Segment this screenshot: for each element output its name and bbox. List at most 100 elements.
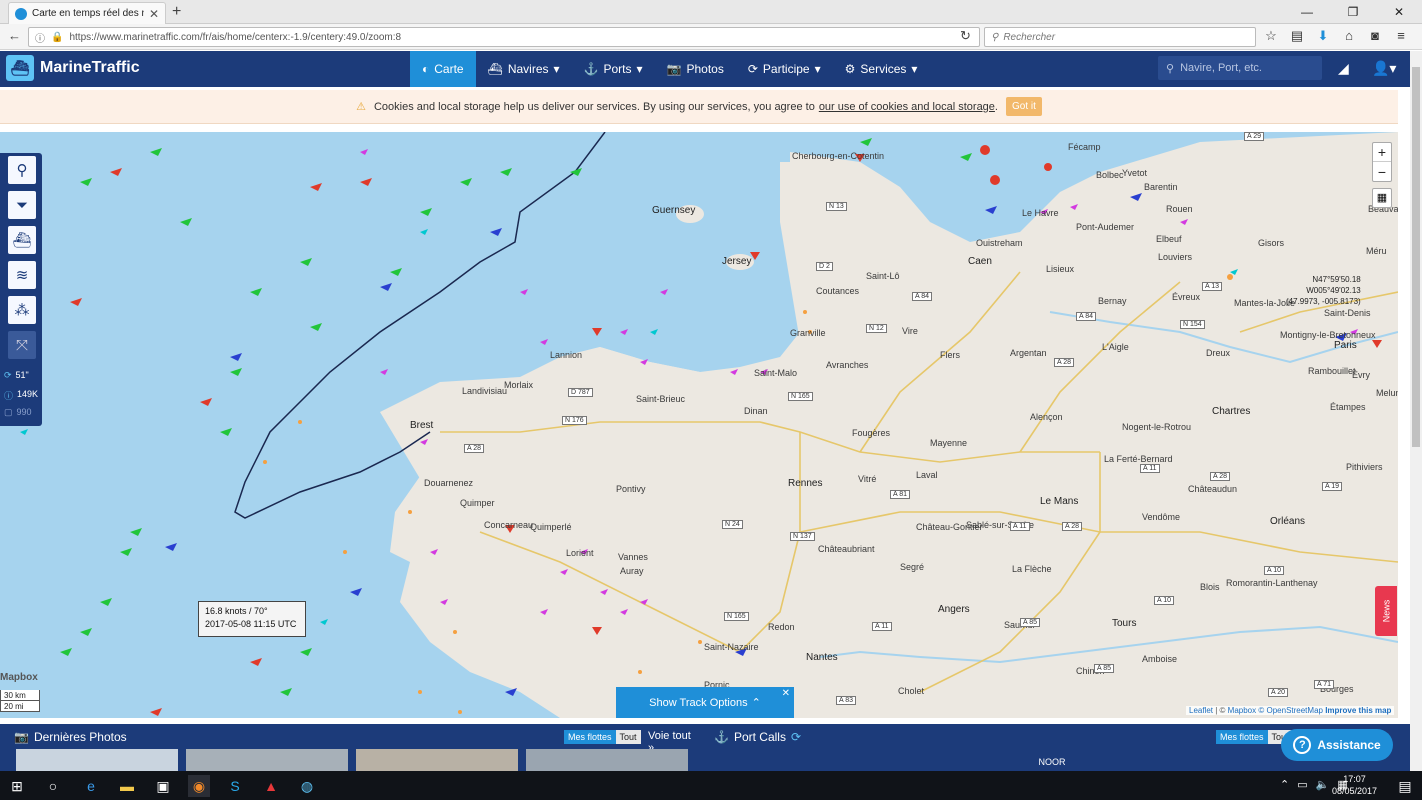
menu-navires[interactable]: ⛴ Navires ▾ [476, 51, 572, 87]
photo-thumbnail[interactable] [356, 749, 518, 771]
layers-button[interactable]: ≋ [8, 261, 36, 289]
tab-close-icon[interactable]: ✕ [149, 7, 159, 21]
place-label: Ouistreham [976, 238, 1023, 248]
taskbar-clock[interactable]: 17:07 08/05/2017 [1332, 773, 1377, 797]
brand-name: MarineTraffic [40, 59, 140, 76]
firefox-icon[interactable]: ◉ [188, 775, 210, 797]
road-label: D 2 [816, 262, 833, 271]
place-label: Dinan [744, 406, 768, 416]
portcalls-mes-flottes[interactable]: Mes flottes [1216, 730, 1268, 744]
osm-link[interactable]: © OpenStreetMap [1258, 706, 1323, 715]
road-label: A 13 [1202, 282, 1223, 291]
reload-icon[interactable]: ↻ [960, 28, 971, 44]
road-label: N 13 [826, 202, 847, 211]
page-scrollbar[interactable] [1410, 51, 1422, 771]
mapbox-link[interactable]: Mapbox [1228, 706, 1256, 715]
caret-down-icon: ▾ [636, 62, 643, 76]
assistance-button[interactable]: ? Assistance [1281, 729, 1393, 761]
reading-list-icon[interactable]: ▤ [1288, 28, 1306, 46]
place-label: Vendôme [1142, 512, 1181, 522]
home-icon[interactable]: ⌂ [1340, 28, 1358, 46]
menu-participe[interactable]: ⟳ Participe ▾ [736, 51, 833, 87]
store-icon[interactable]: ▣ [152, 775, 174, 797]
road-label: A 85 [1020, 618, 1041, 627]
fullscreen-button[interactable]: ⤧ [8, 331, 36, 359]
hamburger-menu-icon[interactable]: ≡ [1392, 28, 1410, 46]
zoom-in-button[interactable]: + [1373, 143, 1391, 162]
minimize-icon[interactable]: — [1284, 0, 1330, 24]
menu-carte[interactable]: ◐ Carte [410, 51, 476, 87]
site-search-input[interactable]: ⚲ Navire, Port, etc. [1158, 56, 1322, 80]
network-icon[interactable]: ▭ [1297, 778, 1307, 791]
skype-icon[interactable]: S [224, 775, 246, 797]
road-label: A 81 [890, 490, 911, 499]
photo-thumbnail[interactable] [186, 749, 348, 771]
place-label: Orléans [1270, 516, 1306, 527]
task-view-icon[interactable]: ○ [42, 775, 64, 797]
place-label: Barentin [1144, 182, 1178, 192]
edge-icon[interactable]: e [80, 775, 102, 797]
place-label: Mayenne [930, 438, 968, 448]
photo-thumbnail[interactable] [16, 749, 178, 771]
place-label: Quimperlé [530, 522, 572, 532]
volume-icon[interactable]: 🔈 [1316, 778, 1330, 791]
scrollbar-thumb[interactable] [1412, 67, 1420, 447]
menu-photos[interactable]: 📷 Photos [655, 51, 736, 87]
menu-ports[interactable]: ⚓ Ports ▾ [572, 51, 655, 87]
notification-center-icon[interactable]: ▤ [1394, 775, 1416, 797]
road-label: A 83 [836, 696, 857, 705]
url-bar[interactable]: ⓘ 🔒 https://www.marinetraffic.com/fr/ais… [28, 27, 980, 47]
photos-tout[interactable]: Tout [615, 730, 641, 744]
place-label: Pithiviers [1346, 462, 1383, 472]
place-label: Segré [900, 562, 925, 572]
photos-mes-flottes[interactable]: Mes flottes [564, 730, 616, 744]
map-canvas[interactable]: Guernsey Jersey Cherbourg-en-Cotentin Fécam… [0, 132, 1398, 718]
bookmark-star-icon[interactable]: ☆ [1262, 28, 1280, 46]
back-icon[interactable]: ← [8, 28, 21, 43]
place-label: Rouen [1166, 204, 1193, 214]
road-label: A 29 [1244, 132, 1265, 141]
zoom-out-button[interactable]: − [1373, 162, 1391, 181]
road-label: N 24 [722, 520, 743, 529]
improve-map-link[interactable]: Improve this map [1325, 706, 1391, 715]
pocket-icon[interactable]: ◙ [1366, 28, 1384, 46]
place-label: Nantes [806, 652, 838, 663]
notification-icon[interactable]: ◢ [1338, 60, 1349, 77]
road-label: A 85 [1094, 664, 1115, 673]
download-icon[interactable]: ⬇ [1314, 28, 1332, 46]
file-explorer-icon[interactable]: ▬ [116, 775, 138, 797]
news-tab[interactable]: News [1375, 586, 1397, 636]
search-icon: ⚲ [991, 31, 999, 43]
windows-start-icon[interactable]: ⊞ [6, 775, 28, 797]
browser-tab[interactable]: Carte en temps réel des navi ✕ [8, 2, 166, 24]
got-it-button[interactable]: Got it [1005, 97, 1042, 116]
close-track-options-icon[interactable]: ✕ [782, 688, 790, 699]
map-search-button[interactable]: ⚲ [8, 156, 36, 184]
pdf-app-icon[interactable]: ▲ [260, 775, 282, 797]
leaflet-link[interactable]: Leaflet [1189, 706, 1213, 715]
close-window-icon[interactable]: ✕ [1376, 0, 1422, 24]
new-tab-button[interactable]: + [172, 3, 181, 21]
measure-button[interactable]: ⁂ [8, 296, 36, 324]
fleets-button[interactable]: ⛴ [8, 226, 36, 254]
place-label: Elbeuf [1156, 234, 1182, 244]
user-account-icon[interactable]: 👤▾ [1372, 60, 1396, 77]
show-track-options-button[interactable]: Show Track Options ⌃ ✕ [616, 687, 794, 718]
marinetraffic-logo[interactable]: ⛴ MarineTraffic [6, 55, 140, 81]
place-label: Cherbourg-en-Cotentin [792, 151, 885, 161]
browser-tab-bar: Carte en temps réel des navi ✕ + — ❐ ✕ [0, 0, 1422, 24]
place-label: Avranches [826, 360, 869, 370]
map-layers-toggle[interactable]: ▦ [1372, 188, 1392, 208]
tray-chevron-icon[interactable]: ⌃ [1280, 778, 1289, 791]
menu-services[interactable]: ⚙ Services ▾ [833, 51, 930, 87]
place-label: Étampes [1330, 402, 1366, 412]
globe-app-icon[interactable]: ◍ [296, 775, 318, 797]
restore-icon[interactable]: ❐ [1330, 0, 1376, 24]
place-label: Châteaudun [1188, 484, 1238, 494]
refresh-icon[interactable]: ⟳ [791, 730, 801, 744]
photo-thumbnail[interactable] [526, 749, 688, 771]
place-label: Saint-Lô [866, 271, 900, 281]
browser-search-input[interactable]: ⚲ Rechercher [984, 27, 1256, 47]
filter-button[interactable]: ⏷ [8, 191, 36, 219]
anchor-icon: ⚓ [714, 730, 729, 744]
